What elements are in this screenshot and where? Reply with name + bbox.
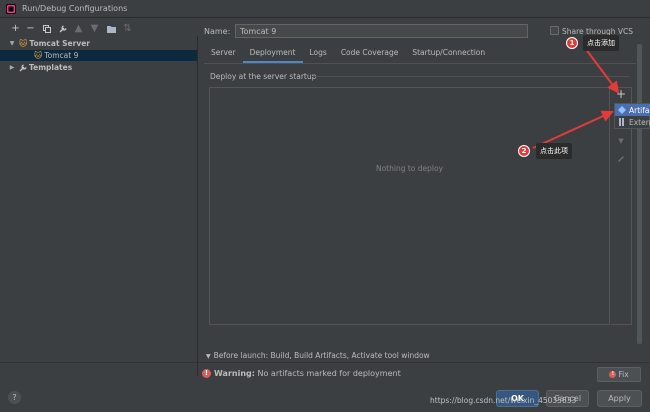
title-bar: Run/Debug Configurations [0, 0, 650, 18]
tomcat-icon: 🐱 [19, 39, 28, 48]
before-launch-section[interactable]: ▼ Before launch: Build, Build Artifacts, … [206, 351, 430, 359]
divider [0, 362, 650, 363]
copy-icon [42, 24, 51, 33]
expand-arrow-icon: ▼ [9, 40, 15, 47]
move-down-icon[interactable]: ▼ [616, 137, 626, 147]
folder-icon [107, 25, 116, 33]
tree-item-label: Tomcat 9 [44, 51, 79, 60]
arrow-down-icon: ▼ [90, 23, 99, 34]
wrench-icon [19, 63, 27, 71]
add-config-button[interactable]: + [10, 23, 21, 34]
add-artifact-button[interactable]: + [616, 88, 626, 100]
watermark: https://blog.csdn.net/weixin_45035633 [430, 396, 577, 405]
add-popup-menu: Artifact... External Source... [614, 103, 650, 129]
tab-bar: Server Deployment Logs Code Coverage Sta… [204, 45, 492, 63]
edit-defaults-button[interactable] [57, 23, 68, 34]
window-title: Run/Debug Configurations [22, 4, 128, 13]
tomcat-icon: 🐱 [34, 51, 43, 60]
tab-startup-connection[interactable]: Startup/Connection [405, 45, 492, 63]
plus-icon: + [11, 23, 20, 34]
templates-label: Templates [29, 63, 73, 72]
popup-item-external-source[interactable]: External Source... [615, 116, 650, 128]
expand-arrow-icon: ▼ [206, 353, 211, 359]
tree-item-tomcat-9[interactable]: 🐱 Tomcat 9 [0, 50, 197, 61]
warning-text: No artifacts marked for deployment [257, 369, 401, 378]
popup-item-artifact[interactable]: Artifact... [615, 104, 650, 116]
minus-icon: − [26, 23, 35, 34]
before-launch-text: Before launch: Build, Build Artifacts, A… [213, 351, 430, 359]
tree-group-label: Tomcat Server [29, 39, 90, 48]
artifact-icon [618, 106, 626, 114]
app-icon [6, 4, 16, 14]
library-icon [619, 118, 624, 126]
move-down-button[interactable]: ▼ [89, 23, 100, 34]
popup-item-label: Artifact... [629, 105, 650, 115]
help-button[interactable]: ? [8, 391, 21, 404]
warning-message: Warning: No artifacts marked for deploym… [214, 369, 401, 378]
remove-config-button[interactable]: − [25, 23, 36, 34]
sort-icon: ⇅ [123, 23, 132, 34]
tab-logs[interactable]: Logs [303, 45, 334, 63]
edit-icon[interactable] [616, 153, 626, 163]
fix-label: Fix [618, 370, 629, 379]
warning-label: Warning: [214, 369, 255, 378]
collapse-arrow-icon: ▶ [9, 64, 15, 71]
deployment-list[interactable] [209, 87, 610, 325]
tab-divider [204, 63, 636, 64]
tab-deployment[interactable]: Deployment [242, 45, 303, 63]
section-divider [312, 76, 630, 77]
name-label: Name: [204, 27, 231, 36]
deploy-section-title: Deploy at the server startup [210, 72, 317, 81]
name-input[interactable] [235, 24, 528, 38]
folder-button[interactable] [106, 23, 117, 34]
share-vcs-checkbox[interactable] [550, 26, 559, 35]
annotation-note-2: 点击此项 [536, 143, 572, 159]
tree-group-tomcat-server[interactable]: ▼ 🐱 Tomcat Server [0, 38, 197, 49]
tree-group-templates[interactable]: ▶ Templates [0, 62, 197, 73]
popup-item-label: External Source... [629, 117, 650, 127]
copy-config-button[interactable] [41, 23, 52, 34]
sort-button[interactable]: ⇅ [122, 23, 133, 34]
tab-server[interactable]: Server [204, 45, 243, 63]
apply-button[interactable]: Apply [597, 390, 642, 407]
annotation-badge-2: 2 [518, 145, 530, 157]
scrollbar[interactable] [637, 44, 642, 344]
annotation-note-1: 点击添加 [583, 35, 619, 51]
fix-button[interactable]: ! Fix [597, 367, 641, 382]
error-icon: ! [202, 369, 211, 378]
empty-state-text: Nothing to deploy [375, 164, 444, 173]
config-tree: ▼ 🐱 Tomcat Server 🐱 Tomcat 9 ▶ Templates [0, 36, 198, 376]
move-up-button[interactable]: ▲ [73, 23, 84, 34]
annotation-badge-1: 1 [566, 37, 578, 49]
error-icon: ! [609, 371, 617, 378]
arrow-up-icon: ▲ [74, 23, 83, 34]
wrench-icon [59, 24, 67, 32]
tab-code-coverage[interactable]: Code Coverage [334, 45, 406, 63]
